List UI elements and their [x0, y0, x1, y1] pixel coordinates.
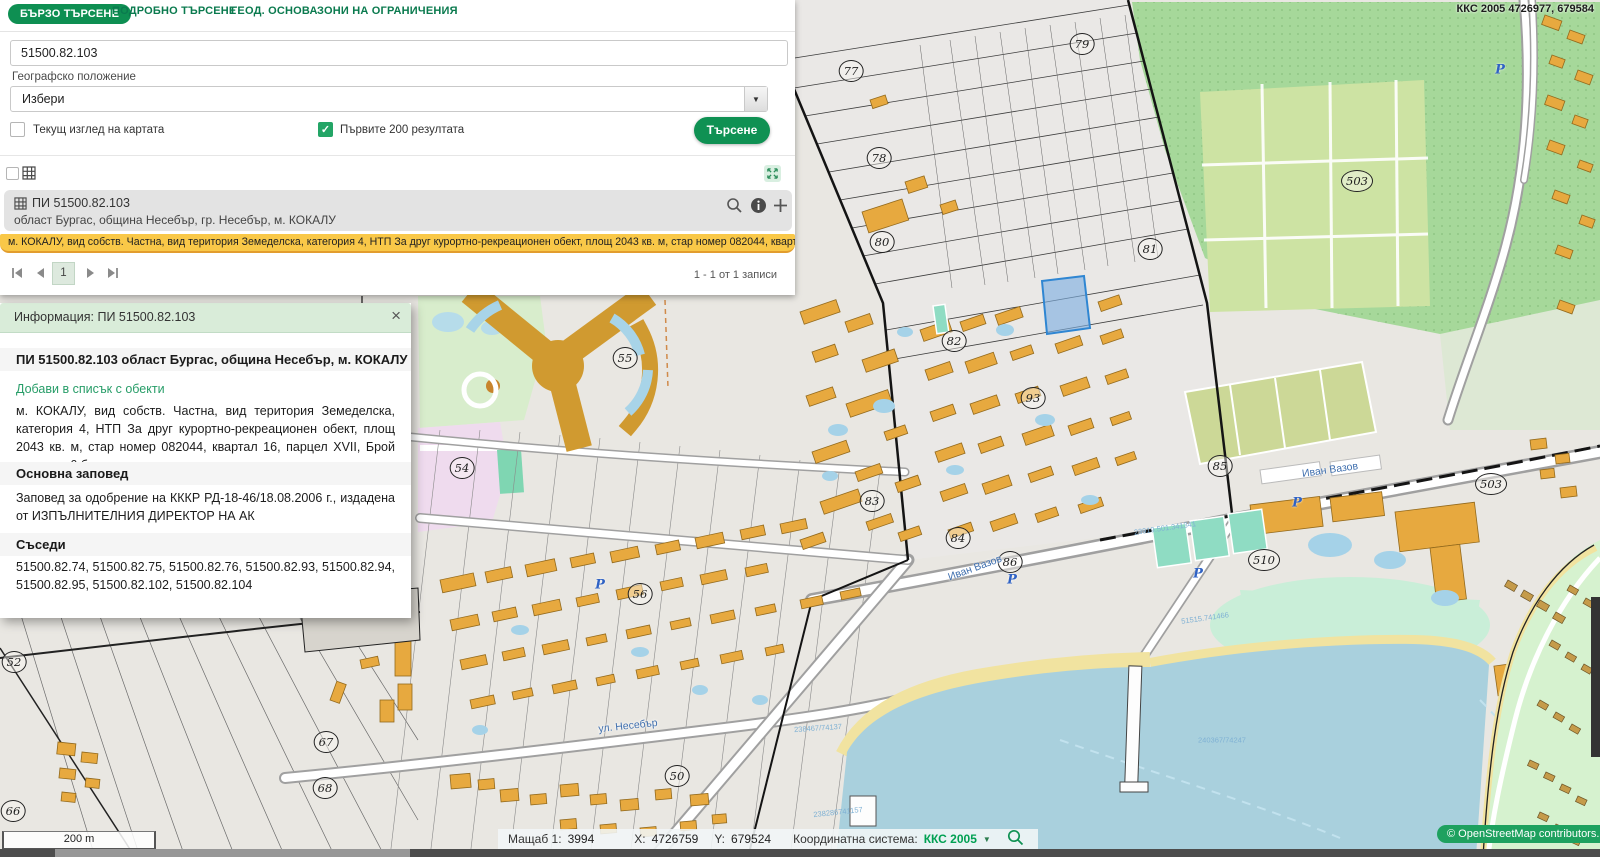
add-icon[interactable]	[772, 197, 789, 219]
close-icon[interactable]: ×	[391, 306, 401, 326]
search-input[interactable]	[10, 40, 788, 66]
current-view-label: Текущ изглед на картата	[33, 124, 164, 136]
order-heading: Основна заповед	[16, 466, 128, 481]
result-item[interactable]: ПИ 51500.82.103 област Бургас, община Не…	[4, 190, 792, 231]
pagination-summary: 1 - 1 от 1 записи	[694, 269, 777, 281]
first200-checkbox[interactable]: ✓	[318, 122, 333, 137]
popup-title: Информация: ПИ 51500.82.103	[14, 310, 195, 324]
map-status-bar: Мащаб 1: 3994 X: 4726759 Y: 679524 Коорд…	[498, 829, 1038, 849]
parcel-heading-stripe: ПИ 51500.82.103 област Бургас, община Не…	[0, 348, 411, 371]
pagination-first-icon[interactable]	[10, 266, 26, 282]
tab-detailed-search[interactable]: ПОДРОБНО ТЪРСЕНЕ	[112, 5, 236, 17]
parcel-info-popup: Информация: ПИ 51500.82.103 × ПИ 51500.8…	[0, 303, 411, 618]
search-panel: БЪРЗО ТЪРСЕНЕ ПОДРОБНО ТЪРСЕНЕ ГЕОД. ОСН…	[0, 0, 795, 295]
result-details-highlight[interactable]: м. КОКАЛУ, вид собств. Частна, вид терит…	[0, 234, 795, 253]
map-search-icon[interactable]	[1007, 829, 1024, 849]
kais-map-application: 7778798081829383848586503503510555456526…	[0, 0, 1600, 857]
grid-icon	[22, 166, 36, 185]
first200-label: Първите 200 резултата	[340, 124, 464, 136]
current-view-checkbox[interactable]	[10, 122, 25, 137]
chevron-down-icon[interactable]: ▼	[983, 835, 991, 844]
pagination-next-icon[interactable]	[84, 266, 100, 282]
info-icon[interactable]	[750, 197, 767, 219]
x-value: 4726759	[652, 832, 699, 846]
crs-select[interactable]: ККС 2005	[924, 832, 977, 846]
osm-attribution[interactable]: © OpenStreetMap contributors.	[1437, 825, 1600, 843]
divider	[0, 155, 795, 156]
tab-geodetic-basis[interactable]: ГЕОД. ОСНОВА	[231, 5, 318, 17]
search-tabs: БЪРЗО ТЪРСЕНЕ ПОДРОБНО ТЪРСЕНЕ ГЕОД. ОСН…	[0, 0, 795, 32]
result-id: ПИ 51500.82.103	[32, 196, 130, 210]
map-coordinates-readout: ККС 2005 4726977, 679584	[1457, 3, 1594, 15]
result-location: област Бургас, община Несебър, гр. Несеб…	[14, 213, 336, 227]
parcel-heading: ПИ 51500.82.103 област Бургас, община Не…	[16, 352, 408, 367]
geo-location-select[interactable]: Избери ▼	[10, 86, 768, 112]
expand-icon[interactable]	[764, 165, 781, 182]
neighbors-list: 51500.82.74, 51500.82.75, 51500.82.76, 5…	[16, 558, 395, 594]
neighbors-heading: Съседи	[16, 537, 66, 552]
pagination-last-icon[interactable]	[106, 266, 122, 282]
pagination-prev-icon[interactable]	[33, 266, 49, 282]
y-label: Y:	[714, 832, 725, 846]
popup-header[interactable]: Информация: ПИ 51500.82.103 ×	[0, 303, 411, 333]
zoom-to-result-icon[interactable]	[726, 197, 743, 219]
y-value: 679524	[731, 832, 771, 846]
scale-label: Мащаб 1:	[508, 832, 562, 846]
horizontal-scrollbar[interactable]	[0, 849, 1600, 857]
add-to-object-list-link[interactable]: Добави в списък с обекти	[16, 382, 165, 396]
order-text: Заповед за одобрение на КККР РД-18-46/18…	[16, 489, 395, 525]
crs-label: Координатна система:	[793, 832, 918, 846]
search-button[interactable]: Търсене	[694, 117, 770, 144]
order-heading-stripe: Основна заповед	[0, 462, 411, 485]
map-scale-bar: 200 m	[2, 831, 156, 850]
scale-value: 3994	[568, 832, 595, 846]
geo-select-value: Избери	[22, 92, 64, 106]
geo-location-label: Географско положение	[12, 71, 136, 83]
chevron-down-icon[interactable]: ▼	[744, 87, 767, 111]
neighbors-heading-stripe: Съседи	[0, 533, 411, 556]
scrollbar-thumb[interactable]	[55, 849, 410, 857]
x-label: X:	[634, 832, 645, 846]
pagination-page-1[interactable]: 1	[52, 262, 75, 285]
select-all-results-checkbox[interactable]	[6, 167, 19, 180]
tab-restriction-zones[interactable]: ЗОНИ НА ОГРАНИЧЕНИЯ	[317, 5, 458, 17]
